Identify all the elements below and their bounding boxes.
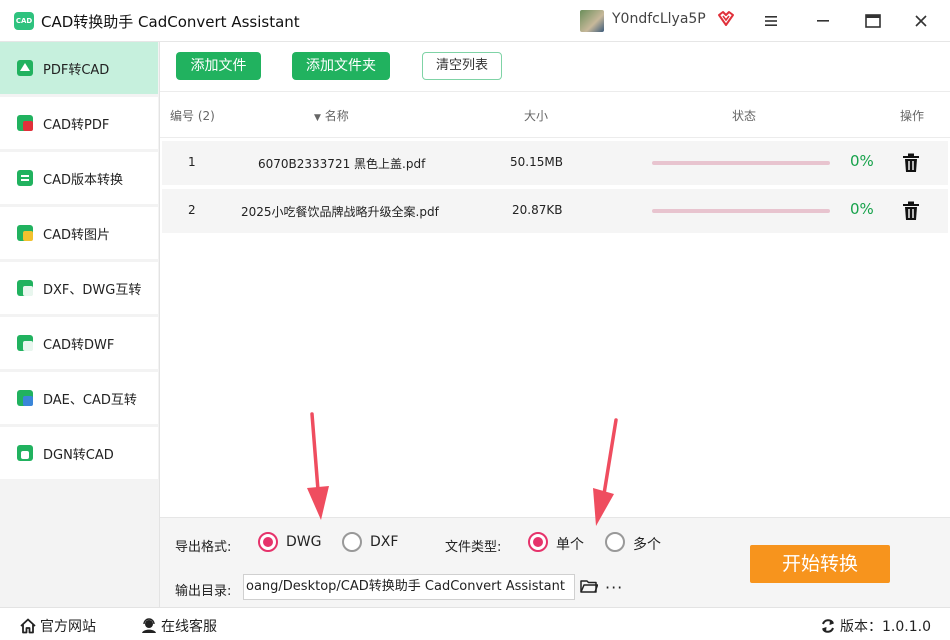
progress-bar xyxy=(652,161,830,165)
header-action: 操作 xyxy=(900,109,925,123)
sidebar: PDF转CAD CAD转PDF CAD版本转换 CAD转图片 DXF、DWG互转… xyxy=(0,42,160,607)
sidebar-item-cad-to-dwf[interactable]: CAD转DWF xyxy=(0,317,158,369)
cad-to-pdf-icon xyxy=(17,115,33,131)
dae-cad-icon xyxy=(17,390,33,406)
minimize-icon[interactable] xyxy=(812,10,834,32)
header-index: 编号 (2) xyxy=(170,109,215,123)
sidebar-item-dxf-dwg[interactable]: DXF、DWG互转 xyxy=(0,262,158,314)
sidebar-item-label: CAD转PDF xyxy=(43,118,110,133)
row-index: 2 xyxy=(188,203,196,217)
user-avatar[interactable] xyxy=(580,10,604,32)
output-dir-label: 输出目录: xyxy=(175,584,232,599)
table-header: 编号 (2) ▼ 名称 大小 状态 操作 xyxy=(160,92,950,138)
sidebar-item-label: CAD转DWF xyxy=(43,338,115,353)
toolbar: 添加文件 添加文件夹 清空列表 xyxy=(160,42,950,92)
radio-single[interactable] xyxy=(528,532,548,552)
radio-single-label[interactable]: 单个 xyxy=(556,534,584,554)
online-support-link[interactable]: 在线客服 xyxy=(141,616,217,636)
app-title: CAD转换助手 CadConvert Assistant xyxy=(41,13,300,31)
header-size: 大小 xyxy=(524,109,549,123)
folder-open-icon[interactable] xyxy=(580,577,598,595)
radio-multiple-label[interactable]: 多个 xyxy=(633,534,661,554)
sidebar-item-dgn-to-cad[interactable]: DGN转CAD xyxy=(0,427,158,479)
sidebar-item-label: CAD版本转换 xyxy=(43,173,123,188)
row-size: 20.87KB xyxy=(512,203,563,217)
options-panel: 导出格式: DWG DXF 文件类型: 单个 多个 输出目录: oang/Des… xyxy=(160,517,950,607)
header-status: 状态 xyxy=(732,109,757,123)
sidebar-item-label: PDF转CAD xyxy=(43,63,110,78)
table-row[interactable]: 2 2025小吃餐饮品牌战略升级全案.pdf 20.87KB 0% xyxy=(162,189,948,233)
radio-dxf-label[interactable]: DXF xyxy=(370,534,398,550)
radio-dwg[interactable] xyxy=(258,532,278,552)
home-icon xyxy=(20,618,36,634)
footer: 官方网站 在线客服 版本：1.0.1.0 xyxy=(0,607,950,640)
online-support-label: 在线客服 xyxy=(161,619,217,635)
maximize-icon[interactable] xyxy=(862,10,884,32)
cad-to-image-icon xyxy=(17,225,33,241)
row-size: 50.15MB xyxy=(510,155,563,169)
more-options-icon[interactable]: ··· xyxy=(605,578,623,597)
sidebar-item-cad-to-image[interactable]: CAD转图片 xyxy=(0,207,158,259)
start-convert-button[interactable]: 开始转换 xyxy=(750,545,890,583)
support-agent-icon xyxy=(142,618,156,633)
trash-icon[interactable] xyxy=(902,153,920,173)
cad-version-icon xyxy=(17,170,33,186)
clear-list-button[interactable]: 清空列表 xyxy=(422,52,502,80)
row-index: 1 xyxy=(188,155,196,169)
add-file-button[interactable]: 添加文件 xyxy=(176,52,261,80)
app-logo: CAD xyxy=(14,12,34,30)
radio-dxf[interactable] xyxy=(342,532,362,552)
row-filename: 6070B2333721 黑色上盖.pdf xyxy=(258,157,426,171)
title-bar: CAD CAD转换助手 CadConvert Assistant Y0ndfcL… xyxy=(0,0,950,42)
sidebar-item-label: DGN转CAD xyxy=(43,448,114,463)
refresh-icon xyxy=(822,619,834,633)
version-info[interactable]: 版本：1.0.1.0 xyxy=(820,616,931,636)
trash-icon[interactable] xyxy=(902,201,920,221)
version-label: 版本：1.0.1.0 xyxy=(840,619,931,635)
radio-dwg-label[interactable]: DWG xyxy=(286,534,321,550)
username[interactable]: Y0ndfcLlya5P xyxy=(612,11,706,27)
add-folder-button[interactable]: 添加文件夹 xyxy=(292,52,390,80)
radio-multiple[interactable] xyxy=(605,532,625,552)
official-website-label: 官方网站 xyxy=(40,619,96,635)
sidebar-item-label: DXF、DWG互转 xyxy=(43,283,142,298)
sidebar-item-dae-cad[interactable]: DAE、CAD互转 xyxy=(0,372,158,424)
sidebar-item-cad-to-pdf[interactable]: CAD转PDF xyxy=(0,97,158,149)
sidebar-item-label: DAE、CAD互转 xyxy=(43,393,137,408)
menu-icon[interactable] xyxy=(760,10,782,32)
progress-percent: 0% xyxy=(850,152,874,170)
header-name-label: 名称 xyxy=(324,109,349,123)
row-filename: 2025小吃餐饮品牌战略升级全案.pdf xyxy=(241,205,439,219)
cad-to-dwf-icon xyxy=(17,335,33,351)
official-website-link[interactable]: 官方网站 xyxy=(20,616,96,636)
table-row[interactable]: 1 6070B2333721 黑色上盖.pdf 50.15MB 0% xyxy=(162,141,948,185)
format-label: 导出格式: xyxy=(175,540,232,555)
progress-percent: 0% xyxy=(850,200,874,218)
close-icon[interactable] xyxy=(910,10,932,32)
pdf-to-cad-icon xyxy=(17,60,33,76)
file-table: 编号 (2) ▼ 名称 大小 状态 操作 1 6070B2333721 黑色上盖… xyxy=(160,92,950,517)
header-name[interactable]: ▼ 名称 xyxy=(314,107,349,124)
sort-desc-icon: ▼ xyxy=(314,113,321,123)
sidebar-item-cad-version[interactable]: CAD版本转换 xyxy=(0,152,158,204)
progress-bar xyxy=(652,209,830,213)
filetype-label: 文件类型: xyxy=(445,540,502,555)
dgn-to-cad-icon xyxy=(17,445,33,461)
output-path-field[interactable]: oang/Desktop/CAD转换助手 CadConvert Assistan… xyxy=(243,574,575,600)
output-path-text: oang/Desktop/CAD转换助手 CadConvert Assistan… xyxy=(246,579,565,594)
dxf-dwg-icon xyxy=(17,280,33,296)
vip-heart-icon[interactable] xyxy=(716,9,736,29)
sidebar-item-label: CAD转图片 xyxy=(43,228,110,243)
sidebar-item-pdf-to-cad[interactable]: PDF转CAD xyxy=(0,42,158,94)
